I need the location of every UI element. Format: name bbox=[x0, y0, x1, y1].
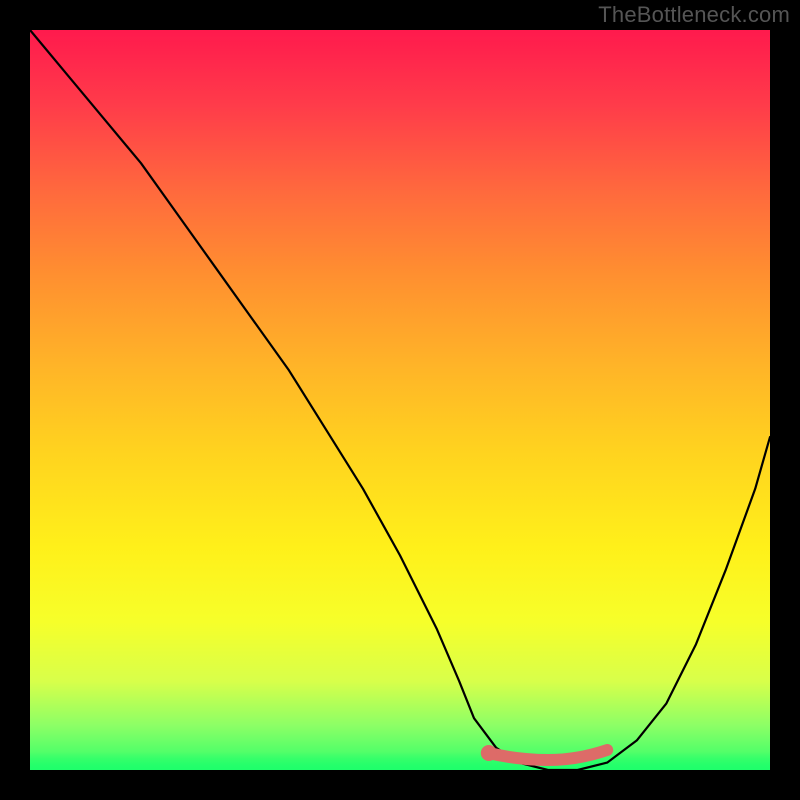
plot-area bbox=[30, 30, 770, 770]
optimal-range-marker bbox=[489, 750, 607, 760]
chart-svg bbox=[30, 30, 770, 770]
chart-frame: TheBottleneck.com bbox=[0, 0, 800, 800]
bottleneck-curve bbox=[30, 30, 770, 770]
optimal-range-start-dot bbox=[481, 745, 497, 761]
watermark-text: TheBottleneck.com bbox=[598, 2, 790, 28]
